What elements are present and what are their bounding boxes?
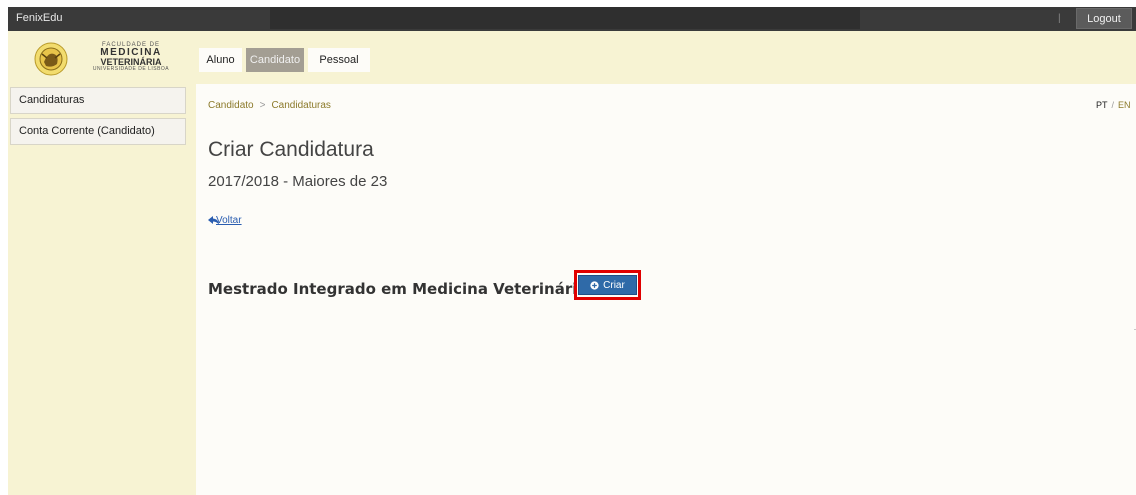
brand-name[interactable]: FenixEdu (16, 12, 62, 24)
language-switcher: PT / EN (1096, 100, 1131, 110)
breadcrumb-item-candidaturas[interactable]: Candidaturas (271, 100, 330, 111)
logo-wordmark: FACULDADE DE MEDICINA VETERINÁRIA UNIVER… (92, 42, 170, 72)
course-name: Mestrado Integrado em Medicina Veterinár… (208, 280, 588, 298)
topbar-divider: | (1058, 13, 1061, 24)
breadcrumb: Candidato > Candidaturas (208, 100, 331, 111)
language-en[interactable]: EN (1118, 100, 1131, 110)
faculty-seal-icon (34, 42, 68, 76)
logout-button[interactable]: Logout (1076, 8, 1132, 29)
page-title: Criar Candidatura (208, 138, 374, 161)
tab-candidato[interactable]: Candidato (246, 48, 304, 72)
tab-bar: Aluno Candidato Pessoal (196, 31, 1136, 84)
create-button[interactable]: Criar (578, 275, 637, 295)
sidebar-item-candidaturas[interactable]: Candidaturas (10, 87, 186, 114)
page-subtitle: 2017/2018 - Maiores de 23 (208, 173, 388, 190)
app-frame: FenixEdu | Logout FACULDADE DE MEDICINA … (8, 7, 1136, 495)
tab-pessoal[interactable]: Pessoal (308, 48, 370, 72)
back-link[interactable]: Voltar (216, 215, 242, 226)
tab-aluno[interactable]: Aluno (199, 48, 242, 72)
topbar-center-strip (270, 7, 860, 29)
top-navbar: FenixEdu | Logout (8, 7, 1136, 31)
plus-circle-icon (590, 280, 599, 290)
language-separator: / (1111, 100, 1115, 110)
breadcrumb-separator: > (259, 100, 266, 111)
language-pt[interactable]: PT (1096, 100, 1108, 110)
breadcrumb-item-candidato[interactable]: Candidato (208, 100, 254, 111)
sidebar-item-conta-corrente[interactable]: Conta Corrente (Candidato) (10, 118, 186, 145)
sidebar: FACULDADE DE MEDICINA VETERINÁRIA UNIVER… (8, 31, 196, 495)
create-button-label: Criar (603, 279, 625, 291)
faculty-logo[interactable]: FACULDADE DE MEDICINA VETERINÁRIA UNIVER… (28, 39, 188, 81)
